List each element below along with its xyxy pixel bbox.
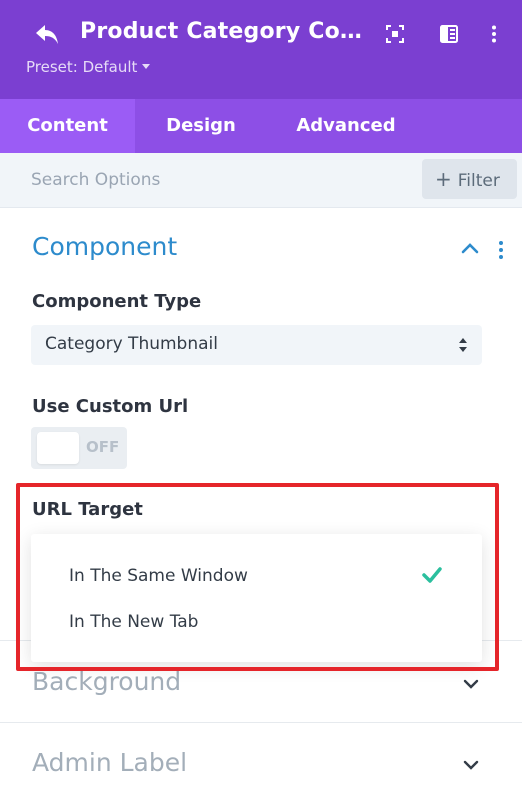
undo-icon[interactable] <box>33 22 61 48</box>
caret-down-icon <box>142 64 151 69</box>
filter-button[interactable]: + Filter <box>422 159 517 199</box>
url-target-option-same-window[interactable]: In The Same Window <box>69 566 248 586</box>
focus-icon[interactable] <box>385 24 405 44</box>
preset-selector[interactable]: Preset: Default <box>26 58 151 76</box>
toggle-state: OFF <box>86 438 120 456</box>
component-type-label: Component Type <box>32 291 202 312</box>
module-settings-header: Product Category Com... Preset: Default <box>0 0 522 99</box>
toggle-knob <box>37 432 79 464</box>
section-title-component[interactable]: Component <box>32 232 177 261</box>
preset-label: Preset: Default <box>26 58 138 76</box>
section-divider <box>0 722 522 723</box>
use-custom-url-label: Use Custom Url <box>32 396 189 417</box>
settings-tabs: Content Design Advanced <box>0 99 522 153</box>
plus-icon: + <box>435 167 452 191</box>
more-vertical-icon[interactable] <box>484 24 504 44</box>
tab-content[interactable]: Content <box>0 99 135 153</box>
use-custom-url-toggle[interactable]: OFF <box>31 427 127 469</box>
chevron-down-icon[interactable] <box>462 758 480 772</box>
page-title: Product Category Com... <box>80 19 370 44</box>
tab-design[interactable]: Design <box>135 99 267 153</box>
section-title-background[interactable]: Background <box>32 667 181 696</box>
url-target-dropdown: In The Same Window In The New Tab <box>31 534 482 662</box>
component-type-value: Category Thumbnail <box>45 334 218 354</box>
checkmark-icon <box>422 567 442 583</box>
url-target-label: URL Target <box>32 499 143 520</box>
chevron-down-icon[interactable] <box>462 677 480 691</box>
select-arrows-icon <box>459 338 467 352</box>
section-options-icon[interactable] <box>497 240 505 260</box>
component-type-select[interactable]: Category Thumbnail <box>31 325 482 365</box>
sidebar-icon[interactable] <box>439 24 459 44</box>
filter-label: Filter <box>457 171 500 191</box>
section-title-admin-label[interactable]: Admin Label <box>32 748 187 777</box>
tab-advanced[interactable]: Advanced <box>267 99 425 153</box>
url-target-option-new-tab[interactable]: In The New Tab <box>69 612 198 632</box>
chevron-up-icon[interactable] <box>460 240 480 256</box>
search-input[interactable] <box>31 165 401 195</box>
